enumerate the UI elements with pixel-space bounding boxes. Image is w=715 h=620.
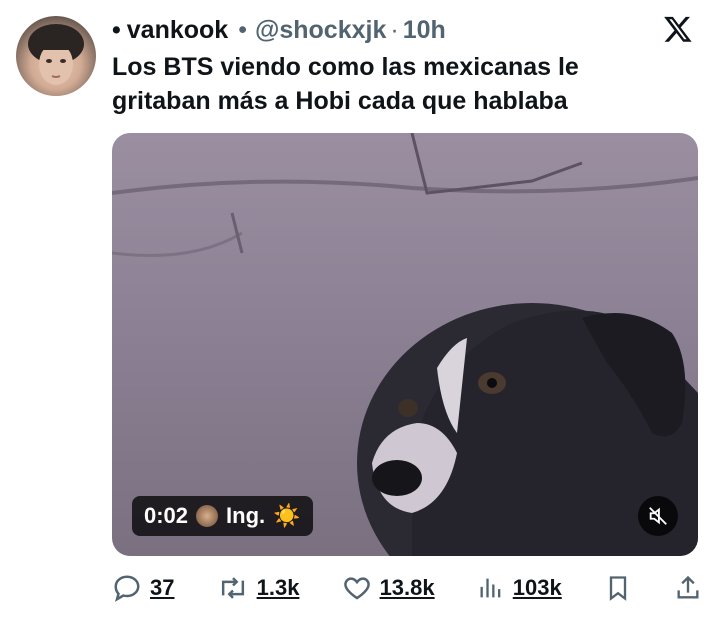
avatar[interactable] — [16, 16, 96, 96]
tweet-header: • vankook • @shockxjk · 10h — [112, 12, 655, 48]
retweet-count: 1.3k — [256, 575, 300, 600]
caption-avatar-icon — [196, 505, 219, 527]
x-logo-icon[interactable] — [663, 14, 693, 44]
retweet-button[interactable]: 1.3k — [217, 573, 300, 603]
like-count: 13.8k — [379, 575, 435, 600]
action-bar: 37 1.3k 13.8k 103k — [112, 568, 702, 608]
heart-icon — [343, 577, 370, 600]
view-count: 103k — [512, 575, 562, 600]
video-frame — [112, 133, 698, 556]
video-player[interactable]: 0:02 Ing. ☀️ — [112, 133, 698, 556]
tweet-text: Los BTS viendo como las mexicanas le gri… — [112, 53, 579, 115]
video-badge: 0:02 Ing. ☀️ — [132, 496, 313, 536]
reply-button[interactable]: 37 — [112, 573, 174, 603]
separator: · — [390, 15, 399, 44]
timestamp[interactable]: 10h — [403, 16, 446, 45]
views-icon — [480, 578, 501, 598]
video-timestamp: 0:02 — [144, 503, 189, 528]
share-icon — [677, 575, 699, 599]
bookmark-button[interactable] — [604, 573, 632, 603]
like-button[interactable]: 13.8k — [342, 573, 435, 603]
mute-icon — [649, 507, 667, 525]
share-button[interactable] — [674, 573, 702, 603]
caption-label: Ing. — [226, 503, 266, 528]
separator: • — [238, 15, 247, 44]
bookmark-icon — [609, 576, 626, 601]
display-name[interactable]: vankook — [127, 16, 228, 45]
reply-icon — [114, 575, 140, 602]
reply-count: 37 — [150, 575, 175, 600]
retweet-icon — [221, 577, 244, 599]
sun-emoji-icon: ☀️ — [273, 503, 301, 528]
handle[interactable]: @shockxjk — [255, 16, 386, 45]
bullet: • — [112, 15, 121, 44]
mute-button[interactable] — [638, 496, 678, 536]
views-button[interactable]: 103k — [477, 573, 562, 603]
